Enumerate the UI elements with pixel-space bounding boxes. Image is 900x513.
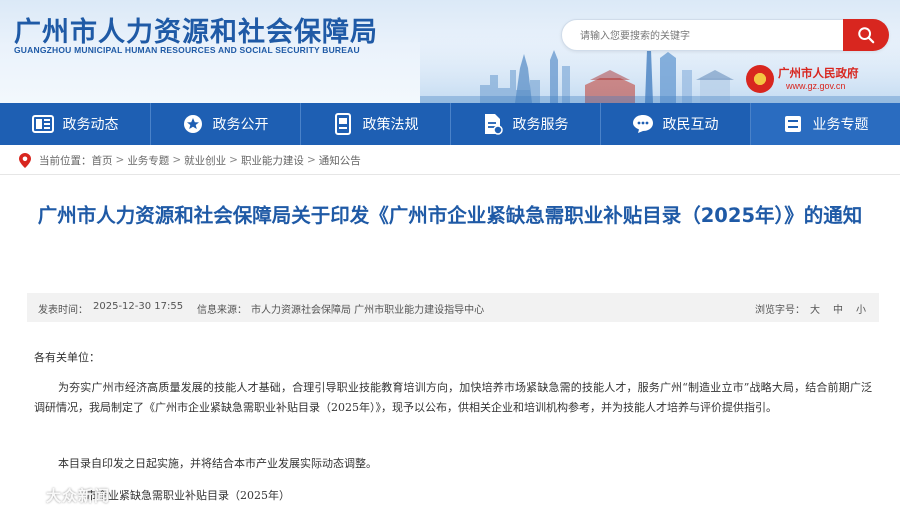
breadcrumb-employment[interactable]: 就业创业 [184, 153, 226, 168]
book-icon [332, 113, 354, 135]
breadcrumb-separator: > [172, 154, 182, 166]
article-paragraph: 为夯实广州市经济高质量发展的技能人才基础，合理引导职业技能教育培训方向，加快培养… [34, 381, 872, 414]
site-header: 广州市人力资源和社会保障局 GUANGZHOU MUNICIPAL HUMAN … [0, 0, 900, 103]
breadcrumb-notices[interactable]: 通知公告 [319, 153, 361, 168]
search-box [561, 19, 889, 51]
gz-government-url: www.gz.gov.cn [786, 81, 846, 91]
breadcrumb: 当前位置： 首页 > 业务专题 > 就业创业 > 职业能力建设 > 通知公告 [19, 152, 361, 168]
gz-government-name: 广州市人民政府 [778, 66, 859, 80]
breadcrumb-home[interactable]: 首页 [92, 153, 113, 168]
source-label: 信息来源： [197, 305, 247, 316]
site-logo-subtitle: GUANGZHOU MUNICIPAL HUMAN RESOURCES AND … [14, 45, 360, 55]
font-size-small-button[interactable]: 小 [856, 301, 866, 316]
breadcrumb-vocational[interactable]: 职业能力建设 [241, 153, 304, 168]
font-size-label: 浏览字号： [755, 305, 805, 316]
site-logo-title[interactable]: 广州市人力资源和社会保障局 [14, 10, 378, 49]
publish-time-label: 发表时间： [38, 305, 88, 316]
search-icon [858, 27, 875, 44]
list-icon [782, 113, 804, 135]
breadcrumb-separator: > [306, 154, 316, 166]
nav-item-label: 政务动态 [62, 117, 119, 133]
breadcrumb-topics[interactable]: 业务专题 [127, 153, 169, 168]
watermark-text: 大众新闻 [46, 486, 111, 505]
nav-item-label: 政务公开 [212, 117, 269, 133]
star-icon [182, 113, 204, 135]
breadcrumb-prefix: 当前位置： [39, 154, 92, 167]
gz-emblem-icon [746, 65, 774, 93]
chat-icon [632, 113, 654, 135]
breadcrumb-separator: > [229, 154, 238, 166]
search-button[interactable] [843, 19, 889, 51]
main-nav: 政务动态 政务公开 政策法规 政务服务 政民互动 业务专题 [0, 103, 900, 145]
nav-item-label: 政民互动 [662, 117, 719, 133]
news-icon [31, 113, 54, 135]
nav-item-service[interactable]: 政务服务 [450, 103, 600, 145]
publish-time: 2025-12-30 17:55 [93, 301, 184, 312]
nav-item-label: 政务服务 [512, 117, 569, 133]
nav-item-label: 业务专题 [812, 117, 869, 133]
watermark: 大众新闻 [10, 483, 110, 507]
nav-item-open[interactable]: 政务公开 [150, 103, 300, 145]
nav-item-policy[interactable]: 政策法规 [300, 103, 450, 145]
gz-government-link[interactable]: 广州市人民政府 www.gz.gov.cn [746, 63, 896, 97]
font-size-medium-button[interactable]: 中 [833, 301, 843, 316]
breadcrumb-separator: > [115, 154, 125, 166]
breadcrumb-divider [0, 174, 900, 175]
article-salutation: 各有关单位： [34, 351, 100, 364]
article-title: 广州市人力资源和社会保障局关于印发《广州市企业紧缺急需职业补贴目录（2025年）… [37, 204, 863, 227]
article-paragraph: 本目录自印发之日起实施，并将结合本市产业发展实际动态调整。 [58, 457, 377, 470]
nav-item-news[interactable]: 政务动态 [0, 103, 150, 145]
search-input[interactable] [580, 25, 830, 47]
nav-item-label: 政策法规 [362, 117, 419, 133]
source-value: 市人力资源社会保障局 广州市职业能力建设指导中心 [251, 305, 485, 316]
watermark-logo-icon [10, 487, 38, 503]
article-meta-bar: 发表时间： 2025-12-30 17:55 信息来源： 市人力资源社会保障局 … [27, 293, 879, 322]
font-size-large-button[interactable]: 大 [810, 301, 820, 316]
document-icon [482, 113, 504, 135]
nav-item-interaction[interactable]: 政民互动 [600, 103, 750, 145]
nav-item-topics[interactable]: 业务专题 [750, 103, 900, 145]
location-pin-icon [19, 152, 31, 168]
